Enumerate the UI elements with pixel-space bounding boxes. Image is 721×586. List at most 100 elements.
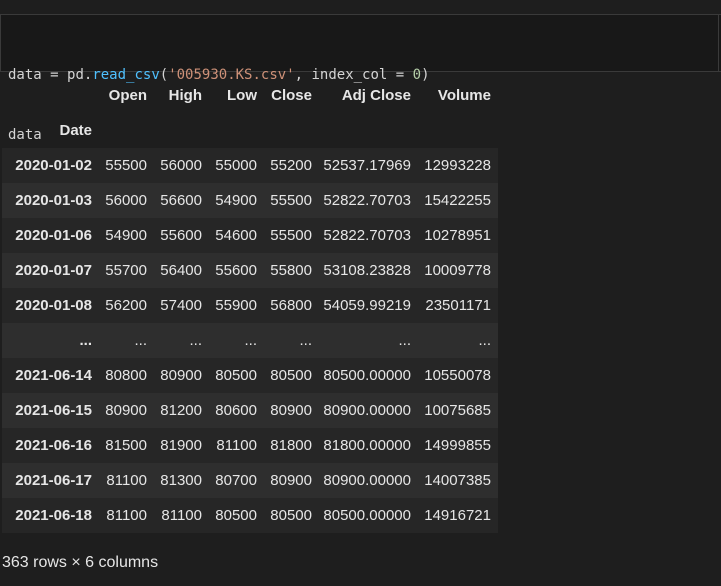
table-cell: 56800 bbox=[270, 297, 312, 314]
table-row: 2021-06-14 80800 80900 80500 80500 80500… bbox=[2, 358, 498, 393]
table-row: 2020-01-03 56000 56600 54900 55500 52822… bbox=[2, 183, 498, 218]
table-cell: 55700 bbox=[105, 262, 147, 279]
table-cell: 54900 bbox=[105, 227, 147, 244]
column-header-adj-close: Adj Close bbox=[341, 87, 411, 104]
table-cell: ... bbox=[134, 332, 147, 349]
row-index: 2020-01-02 bbox=[15, 157, 92, 174]
table-cell: 14916721 bbox=[424, 507, 491, 524]
empty-header bbox=[92, 113, 147, 148]
table-cell: 55500 bbox=[270, 227, 312, 244]
table-cell: 55900 bbox=[215, 297, 257, 314]
row-index: 2021-06-14 bbox=[15, 367, 92, 384]
table-cell: 10550078 bbox=[424, 367, 491, 384]
table-cell: 55600 bbox=[160, 227, 202, 244]
table-cell: 81100 bbox=[106, 507, 147, 524]
table-cell: 80600 bbox=[215, 402, 257, 419]
table-cell: 80500 bbox=[215, 507, 257, 524]
table-cell: 80500 bbox=[270, 507, 312, 524]
table-cell: 52822.70703 bbox=[323, 227, 411, 244]
table-cell: 80800 bbox=[105, 367, 147, 384]
code-cell[interactable]: data = pd.read_csv('005930.KS.csv', inde… bbox=[0, 14, 721, 143]
table-cell: 81900 bbox=[160, 437, 202, 454]
table-cell: 57400 bbox=[160, 297, 202, 314]
table-cell: 81800.00000 bbox=[323, 437, 411, 454]
table-cell: 54059.99219 bbox=[323, 297, 411, 314]
table-cell: 55200 bbox=[270, 157, 312, 174]
row-index: 2020-01-07 bbox=[15, 262, 92, 279]
dataframe-body: 2020-01-02 55500 56000 55000 55200 52537… bbox=[2, 148, 498, 533]
table-cell: 15422255 bbox=[424, 192, 491, 209]
column-header-close: Close bbox=[271, 87, 312, 104]
table-cell: 10075685 bbox=[424, 402, 491, 419]
table-cell: ... bbox=[478, 332, 491, 349]
row-index: 2021-06-17 bbox=[15, 472, 92, 489]
table-cell: 80500.00000 bbox=[323, 507, 411, 524]
table-row: 2021-06-15 80900 81200 80600 80900 80900… bbox=[2, 393, 498, 428]
table-cell: 12993228 bbox=[424, 157, 491, 174]
dataframe-table: Open High Low Close Adj Close Volume Dat… bbox=[2, 78, 498, 533]
table-cell: 54600 bbox=[215, 227, 257, 244]
table-row: 2020-01-07 55700 56400 55600 55800 53108… bbox=[2, 253, 498, 288]
table-cell: 81800 bbox=[270, 437, 312, 454]
table-row: 2021-06-18 81100 81100 80500 80500 80500… bbox=[2, 498, 498, 533]
table-cell: 80900.00000 bbox=[323, 472, 411, 489]
table-row-ellipsis: ... ... ... ... ... ... ... bbox=[2, 323, 498, 358]
table-cell: 23501171 bbox=[425, 297, 491, 314]
table-cell: 10009778 bbox=[424, 262, 491, 279]
table-row: 2020-01-02 55500 56000 55000 55200 52537… bbox=[2, 148, 498, 183]
table-row: 2021-06-16 81500 81900 81100 81800 81800… bbox=[2, 428, 498, 463]
row-index: 2020-01-03 bbox=[15, 192, 92, 209]
table-cell: 80900 bbox=[105, 402, 147, 419]
table-cell: ... bbox=[244, 332, 257, 349]
column-header-high: High bbox=[168, 87, 202, 104]
table-cell: 10278951 bbox=[424, 227, 491, 244]
column-header-volume: Volume bbox=[437, 87, 491, 104]
row-index: 2021-06-16 bbox=[15, 437, 92, 454]
empty-header bbox=[147, 113, 202, 148]
table-cell: 80700 bbox=[215, 472, 257, 489]
table-cell: 81500 bbox=[105, 437, 147, 454]
table-cell: 81300 bbox=[160, 472, 202, 489]
table-cell: 56000 bbox=[105, 192, 147, 209]
row-index: 2020-01-06 bbox=[15, 227, 92, 244]
table-cell: 56000 bbox=[160, 157, 202, 174]
table-cell: 81200 bbox=[160, 402, 202, 419]
column-header-low: Low bbox=[227, 87, 257, 104]
dataframe-header: Open High Low Close Adj Close Volume Dat… bbox=[2, 78, 498, 148]
table-cell: 55800 bbox=[270, 262, 312, 279]
column-header-open: Open bbox=[108, 87, 147, 104]
table-cell: 80900 bbox=[160, 367, 202, 384]
table-cell: 80500 bbox=[215, 367, 257, 384]
row-index: 2021-06-18 bbox=[15, 507, 92, 524]
table-cell: 55500 bbox=[270, 192, 312, 209]
index-name-header: Date bbox=[59, 122, 92, 139]
row-index: 2021-06-15 bbox=[15, 402, 92, 419]
table-cell: 80900 bbox=[270, 472, 312, 489]
row-index: 2020-01-08 bbox=[15, 297, 92, 314]
table-cell: 56600 bbox=[160, 192, 202, 209]
table-cell: 81100 bbox=[161, 507, 202, 524]
empty-header bbox=[411, 113, 498, 148]
corner-header bbox=[2, 78, 92, 113]
column-header-row: Open High Low Close Adj Close Volume bbox=[2, 78, 498, 113]
table-cell: 80900 bbox=[270, 402, 312, 419]
table-cell: 81100 bbox=[106, 472, 147, 489]
table-cell: ... bbox=[189, 332, 202, 349]
table-cell: 80900.00000 bbox=[323, 402, 411, 419]
table-cell: ... bbox=[299, 332, 312, 349]
table-cell: 53108.23828 bbox=[323, 262, 411, 279]
table-cell: 55600 bbox=[215, 262, 257, 279]
table-cell: 80500 bbox=[270, 367, 312, 384]
empty-header bbox=[312, 113, 411, 148]
table-row: 2021-06-17 81100 81300 80700 80900 80900… bbox=[2, 463, 498, 498]
table-cell: 81100 bbox=[216, 437, 257, 454]
table-cell: 14007385 bbox=[424, 472, 491, 489]
empty-header bbox=[202, 113, 257, 148]
table-cell: 56200 bbox=[105, 297, 147, 314]
empty-header bbox=[257, 113, 312, 148]
table-row: 2020-01-08 56200 57400 55900 56800 54059… bbox=[2, 288, 498, 323]
table-cell: 56400 bbox=[160, 262, 202, 279]
table-cell: 54900 bbox=[215, 192, 257, 209]
code-editor[interactable]: data = pd.read_csv('005930.KS.csv', inde… bbox=[0, 15, 719, 143]
table-cell: 55000 bbox=[215, 157, 257, 174]
